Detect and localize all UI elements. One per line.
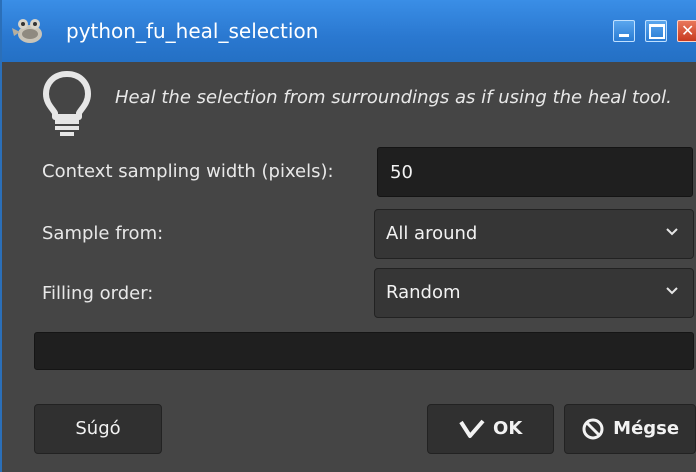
chevron-down-icon — [666, 228, 678, 236]
close-icon[interactable] — [677, 20, 696, 42]
dialog-window: python_fu_heal_selection Heal the select… — [0, 0, 696, 472]
help-button[interactable]: Súgó — [34, 404, 162, 454]
filling-order-value: Random — [386, 282, 461, 303]
dialog-description: Heal the selection from surroundings as … — [115, 87, 672, 108]
maximize-icon[interactable] — [645, 20, 667, 42]
ok-button-label: OK — [493, 418, 523, 439]
filling-order-label: Filling order: — [42, 283, 154, 304]
filling-order-dropdown[interactable]: Random — [374, 268, 694, 318]
context-width-input[interactable] — [377, 147, 693, 197]
lightbulb-icon — [43, 71, 91, 136]
help-button-label: Súgó — [75, 418, 121, 439]
context-width-label: Context sampling width (pixels): — [42, 161, 334, 182]
ok-button[interactable]: OK — [427, 404, 554, 454]
cancel-circle-icon — [582, 418, 604, 440]
window-title: python_fu_heal_selection — [66, 19, 319, 43]
progress-bar — [34, 332, 694, 370]
minimize-icon[interactable] — [613, 20, 635, 42]
sample-from-dropdown[interactable]: All around — [374, 209, 694, 259]
gimp-wilber-icon[interactable] — [10, 16, 46, 46]
sample-from-label: Sample from: — [42, 223, 164, 244]
sample-from-value: All around — [386, 223, 478, 244]
checkmark-icon — [459, 419, 485, 438]
title-bar[interactable]: python_fu_heal_selection — [2, 0, 696, 62]
cancel-button-label: Mégse — [613, 418, 680, 439]
chevron-down-icon — [666, 287, 678, 295]
cancel-button[interactable]: Mégse — [564, 404, 696, 454]
